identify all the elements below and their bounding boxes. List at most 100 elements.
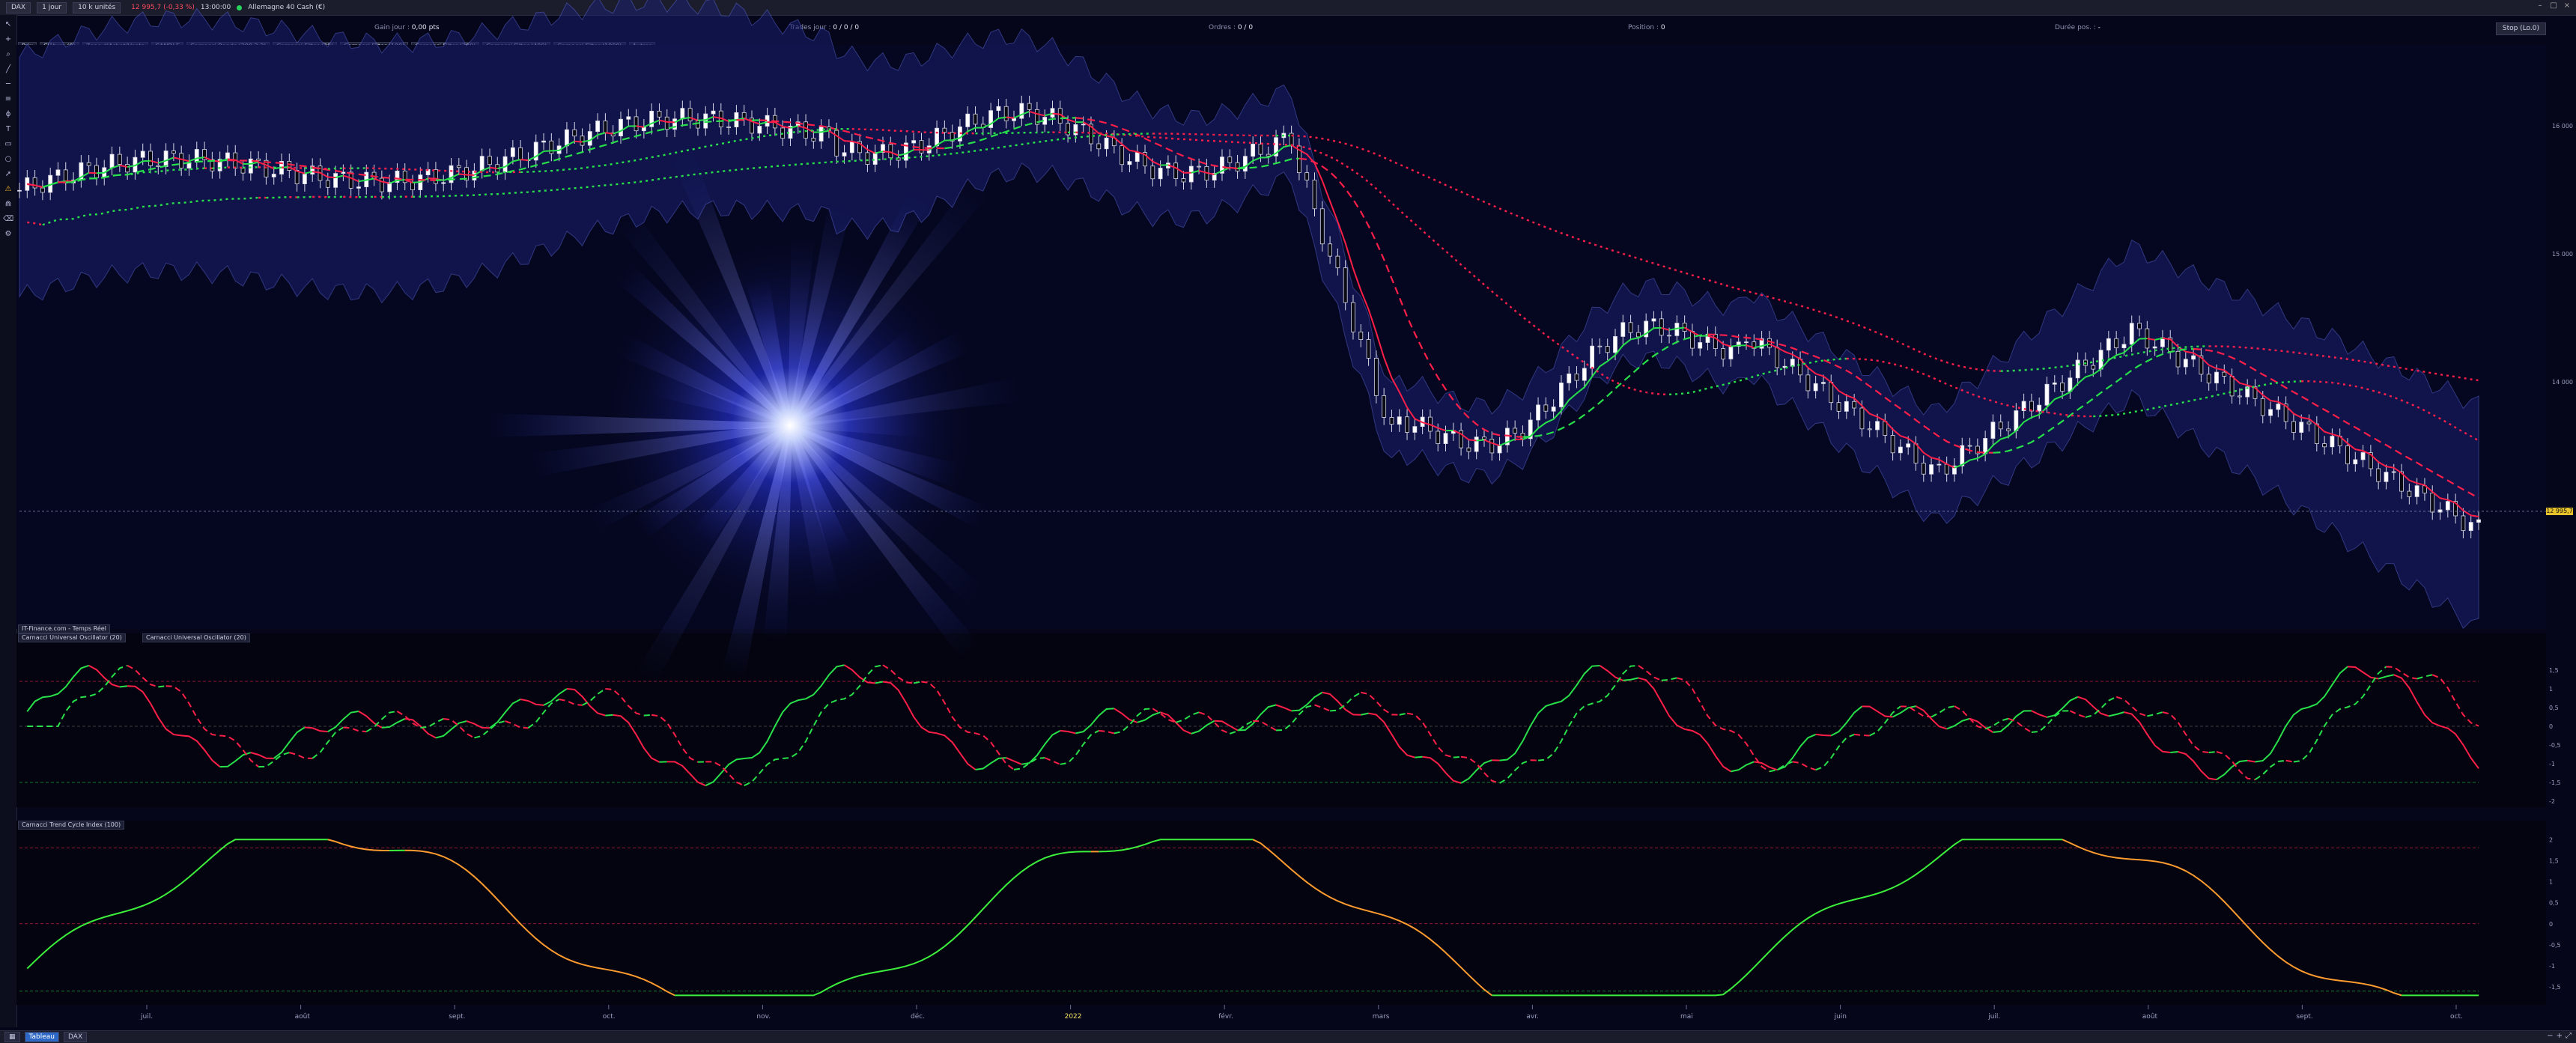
candle-body (1174, 163, 1178, 179)
date-label: mars (1373, 1013, 1390, 1021)
candle-body (1305, 173, 1309, 180)
candle-body (1937, 464, 1941, 465)
candle-body (657, 111, 661, 117)
bottom-bar: ▦ Tableau DAX (0, 1030, 2576, 1043)
date-label: oct. (2450, 1013, 2463, 1021)
candle-body (1690, 332, 1694, 348)
candle-body (1490, 439, 1494, 452)
candle-body (1467, 448, 1471, 451)
candle-body (2446, 502, 2449, 510)
candle-body (2261, 398, 2264, 416)
candle-body (2477, 520, 2481, 523)
candle-body (257, 159, 261, 160)
candle-body (1591, 346, 1594, 368)
candle-body (1814, 383, 1817, 391)
candle-body (2014, 411, 2018, 431)
candle-body (935, 128, 939, 146)
candle-body (842, 153, 846, 156)
candle-body (2045, 384, 2049, 405)
candle-body (1598, 346, 1602, 347)
candle-body (2361, 452, 2365, 459)
candle-body (388, 183, 392, 192)
candle-body (2223, 372, 2226, 376)
candle-body (171, 151, 175, 153)
windows-icon[interactable]: ▦ (4, 1032, 20, 1042)
candle-body (33, 177, 37, 188)
candle-body (356, 187, 360, 189)
candle-body (1328, 244, 1332, 256)
candle-body (742, 112, 746, 118)
candle-body (2269, 410, 2273, 416)
candle-body (1876, 422, 1880, 430)
candle-body (1313, 180, 1316, 209)
candle-body (889, 145, 893, 158)
candle-body (873, 153, 877, 165)
candle-body (812, 139, 815, 142)
candle-body (2092, 365, 2095, 369)
candle-body (866, 153, 869, 165)
candle-body (1868, 429, 1871, 430)
date-label: nov. (756, 1013, 771, 1021)
candle-body (2323, 444, 2327, 447)
candle-body (141, 151, 145, 157)
candle-body (1228, 157, 1232, 163)
tab-tableau[interactable]: Tableau (25, 1032, 60, 1042)
candle-body (225, 153, 229, 159)
date-axis: juil.aoûtsept.oct.nov.déc.2022févr.marsa… (140, 1005, 2463, 1021)
candle-body (550, 141, 553, 153)
candle-body (1251, 144, 1255, 156)
tci-label[interactable]: Carnacci Trend Cycle Index (100) (18, 821, 124, 830)
date-label: sept. (2296, 1013, 2312, 1021)
candle-body (627, 117, 631, 119)
candle-body (1382, 395, 1386, 417)
candle-body (2007, 429, 2011, 431)
trend-panel-bg (16, 821, 2546, 1005)
candle-body (2038, 405, 2041, 411)
zoom-controls: − + ⤢ (2547, 1032, 2572, 1040)
candle-body (1767, 338, 1771, 347)
candle-body (1537, 405, 1540, 420)
fit-icon[interactable]: ⤢ (2566, 1032, 2572, 1040)
candle-body (87, 162, 91, 165)
candle-body (696, 121, 699, 129)
candle-body (973, 114, 977, 124)
candle-body (1713, 334, 1717, 348)
zoom-out-icon[interactable]: − (2547, 1032, 2553, 1040)
candle-body (819, 127, 823, 142)
candle-body (157, 165, 160, 166)
candle-body (288, 161, 291, 170)
candle-body (18, 190, 22, 191)
date-label: 2022 (1065, 1013, 1082, 1021)
candle-body (2330, 437, 2334, 447)
candle-body (2115, 338, 2118, 347)
candle-body (1097, 144, 1101, 149)
zoom-in-icon[interactable]: + (2557, 1032, 2563, 1040)
candle-body (688, 109, 692, 121)
candle-body (2408, 491, 2411, 496)
candle-body (2106, 338, 2110, 350)
candle-body (1582, 368, 1586, 380)
candle-body (1390, 417, 1394, 424)
candle-body (1837, 403, 1841, 412)
oscillator-label-1[interactable]: Carnacci Universal Oscillator (20) (18, 633, 126, 642)
candle-body (149, 151, 153, 165)
chart-canvas: 1,510,50-0,5-1-1,5-2 21,510,50-0,5-1-1,5… (0, 0, 2576, 1042)
candle-body (2431, 493, 2434, 512)
candle-body (1613, 336, 1617, 352)
candle-body (2276, 404, 2280, 410)
candle-body (94, 165, 98, 177)
candle-body (457, 165, 461, 167)
candle-body (2192, 356, 2196, 359)
candle-body (2153, 347, 2157, 348)
candle-body (1883, 422, 1887, 436)
date-label: avr. (1526, 1013, 1539, 1021)
candle-body (334, 174, 338, 188)
candle-body (1907, 444, 1910, 447)
candle-body (1891, 436, 1895, 453)
candle-body (1074, 124, 1078, 135)
oscillator-label-2[interactable]: Carnacci Universal Oscillator (20) (142, 633, 250, 642)
filter-20-line (1477, 440, 1484, 441)
tab-dax[interactable]: DAX (64, 1032, 87, 1042)
candle-body (1197, 166, 1201, 167)
candle-body (920, 141, 923, 153)
